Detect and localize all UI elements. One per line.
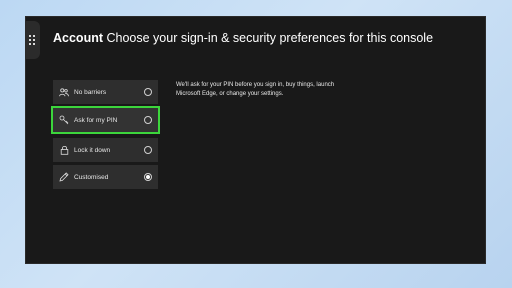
page-heading: Choose your sign-in & security preferenc… (106, 31, 434, 45)
option-lock-it-down[interactable]: Lock it down (53, 138, 158, 162)
pencil-icon (59, 172, 69, 182)
radio-button-selected[interactable] (144, 173, 152, 181)
option-ask-for-pin[interactable]: Ask for my PIN (51, 106, 160, 134)
option-label: Customised (74, 173, 109, 181)
radio-button[interactable] (144, 146, 152, 154)
lock-icon (59, 145, 69, 155)
people-icon (59, 87, 69, 97)
radio-button[interactable] (144, 88, 152, 96)
section-name: Account (53, 31, 103, 45)
option-label: No barriers (74, 88, 107, 96)
option-no-barriers[interactable]: No barriers (53, 80, 158, 104)
key-icon (59, 115, 69, 125)
option-description: We'll ask for your PIN before you sign i… (176, 82, 335, 97)
guide-button[interactable] (26, 21, 40, 59)
option-label: Ask for my PIN (74, 116, 118, 124)
option-label: Lock it down (74, 146, 111, 154)
option-customised[interactable]: Customised (53, 165, 158, 189)
grid-icon (29, 35, 35, 45)
console-screen: Account Choose your sign-in & security p… (25, 16, 486, 264)
security-options-list: No barriers Ask for my PIN Lock it down (51, 80, 160, 192)
page-title: Account Choose your sign-in & security p… (53, 31, 433, 45)
radio-button[interactable] (144, 116, 152, 124)
